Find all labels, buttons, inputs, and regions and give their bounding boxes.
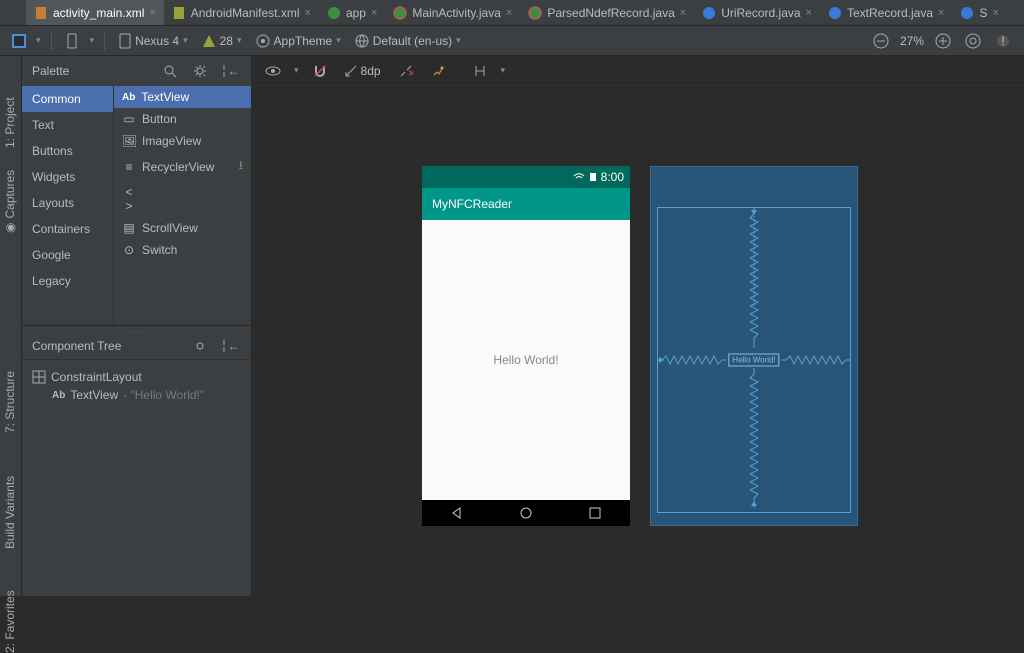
palette-categories: CommonTextButtonsWidgetsLayoutsContainer… <box>22 86 114 325</box>
blueprint-textview[interactable]: Hello World! <box>728 354 779 367</box>
pack-icon[interactable] <box>469 60 491 82</box>
editor-tab[interactable]: S× <box>952 0 1006 26</box>
zoom-controls: 27% ! <box>870 26 1014 56</box>
spring-top-icon <box>749 208 759 352</box>
warnings-icon[interactable]: ! <box>992 30 1014 52</box>
default-margin[interactable]: 8dp <box>341 64 385 78</box>
palette-category[interactable]: Legacy <box>22 268 113 294</box>
blueprint-view: Hello World! <box>650 166 858 526</box>
hello-text: Hello World! <box>493 353 558 367</box>
design-device-frame: 8:00 MyNFCReader Hello World! <box>422 166 630 526</box>
zoom-in-icon[interactable] <box>932 30 954 52</box>
infer-constraints-icon[interactable] <box>427 60 449 82</box>
app-bar: MyNFCReader <box>422 188 630 220</box>
zoom-fit-icon[interactable] <box>962 30 984 52</box>
device-time: 8:00 <box>601 170 624 184</box>
device-selector[interactable]: Nexus 4▾ <box>115 33 192 49</box>
api-selector[interactable]: 28▾ <box>198 34 246 48</box>
locale-selector[interactable]: Default (en-us)▾ <box>351 34 465 48</box>
clear-constraints-icon[interactable]: × <box>395 60 417 82</box>
component-tree: ConstraintLayout Ab TextView - "Hello Wo… <box>22 360 251 412</box>
zoom-out-icon[interactable] <box>870 30 892 52</box>
tool-window-tab[interactable]: 7: Structure <box>3 373 17 433</box>
design-canvas[interactable]: ▾ 8dp × ▾ 8:00 MyNFCReader Hello World! <box>252 56 1024 596</box>
theme-selector[interactable]: AppTheme▾ <box>252 34 345 48</box>
constraint-layout-icon <box>32 370 46 384</box>
editor-tab[interactable]: UriRecord.java× <box>694 0 820 26</box>
zoom-value: 27% <box>900 34 924 48</box>
designer-toolbar: ▾ ▾ Nexus 4▾ 28▾ AppTheme▾ Default (en-u… <box>0 26 1024 56</box>
palette-item[interactable]: AbTextView <box>114 86 251 108</box>
magnet-icon[interactable] <box>309 60 331 82</box>
palette-category[interactable]: Buttons <box>22 138 113 164</box>
device-statusbar: 8:00 <box>422 166 630 188</box>
tool-window-tab[interactable]: Build Variants <box>3 493 17 553</box>
palette-search-icon[interactable] <box>159 60 181 82</box>
editor-tab[interactable]: MainActivity.java× <box>385 0 520 26</box>
palette-settings-icon[interactable] <box>189 60 211 82</box>
palette-category[interactable]: Google <box>22 242 113 268</box>
palette-item[interactable]: ⊙Switch <box>114 239 251 261</box>
editor-tab[interactable]: activity_main.xml× <box>26 0 164 26</box>
orientation-icon[interactable] <box>62 30 84 52</box>
device-navbar <box>422 500 630 526</box>
spring-bottom-icon <box>749 368 759 512</box>
palette-item[interactable]: 🖼ImageView <box>114 130 251 152</box>
spring-right-icon <box>782 355 850 365</box>
nav-recent-icon <box>588 506 602 520</box>
wifi-icon <box>573 172 585 182</box>
design-surface-icon[interactable] <box>8 30 30 52</box>
palette-category[interactable]: Widgets <box>22 164 113 190</box>
app-screen: Hello World! <box>422 220 630 500</box>
palette-item[interactable]: < > <box>114 181 251 217</box>
palette-category[interactable]: Layouts <box>22 190 113 216</box>
left-tool-rail: 1: Project ◉Captures 7: Structure Build Var… <box>0 56 22 596</box>
editor-tab[interactable]: TextRecord.java× <box>820 0 952 26</box>
canvas-toolbar: ▾ 8dp × ▾ <box>252 56 1024 86</box>
battery-icon <box>589 172 597 182</box>
palette-category[interactable]: Common <box>22 86 113 112</box>
spring-left-icon <box>658 355 726 365</box>
palette-collapse-icon[interactable]: ╎← <box>219 60 241 82</box>
app-title: MyNFCReader <box>432 197 512 211</box>
tree-settings-icon[interactable] <box>189 335 211 357</box>
tree-root-node[interactable]: ConstraintLayout <box>32 368 241 386</box>
palette-items: AbTextView▭Button🖼ImageView≡RecyclerView… <box>114 86 251 325</box>
editor-tabs: activity_main.xml×AndroidManifest.xml×ap… <box>0 0 1024 26</box>
tree-child-node[interactable]: Ab TextView - "Hello World!" <box>32 386 241 404</box>
editor-tab[interactable]: AndroidManifest.xml× <box>164 0 319 26</box>
editor-tab[interactable]: app× <box>319 0 385 26</box>
textview-icon: Ab <box>52 390 65 401</box>
tool-window-tab[interactable]: 1: Project <box>3 88 17 148</box>
palette-item[interactable]: ≡RecyclerView⭳ <box>114 152 251 181</box>
component-tree-header: Component Tree ╎← <box>22 332 251 360</box>
palette-item[interactable]: ▤ScrollView <box>114 217 251 239</box>
tool-window-tab[interactable]: 2: Favorites <box>3 593 17 653</box>
svg-text:×: × <box>408 66 413 78</box>
palette-category[interactable]: Containers <box>22 216 113 242</box>
editor-tab[interactable]: ParsedNdefRecord.java× <box>520 0 694 26</box>
palette-title: Palette <box>32 64 69 78</box>
palette-item[interactable]: ▭Button <box>114 108 251 130</box>
component-tree-title: Component Tree <box>32 339 121 353</box>
palette-category[interactable]: Text <box>22 112 113 138</box>
tool-window-tab[interactable]: ◉Captures <box>3 173 17 233</box>
nav-home-icon <box>519 506 533 520</box>
svg-text:!: ! <box>1001 34 1004 48</box>
palette-header: Palette ╎← <box>22 56 251 86</box>
tree-collapse-icon[interactable]: ╎← <box>219 335 241 357</box>
nav-back-icon <box>450 506 464 520</box>
view-options-icon[interactable] <box>262 60 284 82</box>
